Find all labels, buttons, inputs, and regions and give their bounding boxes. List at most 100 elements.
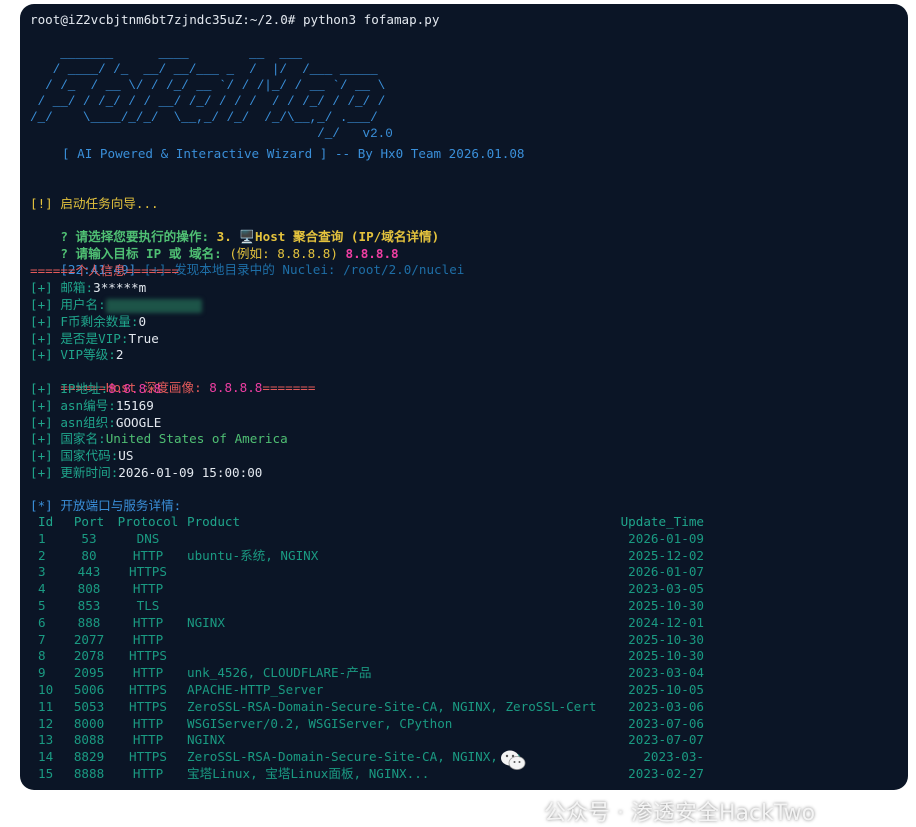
cell-port: 2078 [73,648,105,664]
wechat-icon [501,750,526,770]
host-line-asn: [+] asn编号:15169 [30,398,154,414]
cell-protocol: HTTP [132,765,164,781]
info-line-username: [+] 用户名: [30,297,202,313]
info-line-vip-level: [+] VIP等级:2 [30,347,123,363]
cell-port: 8888 [73,765,105,781]
personal-info-header: ======个人信息======= [30,263,179,278]
info-value: 2 [115,347,124,362]
cell-protocol: DNS [136,530,160,546]
cell-port: 5006 [73,681,105,697]
host-header-ip: 8.8.8.8 [209,380,263,395]
info-label: [+] 更新时间: [30,465,119,480]
cell-port: 2095 [73,665,105,681]
cell-protocol: TLS [136,597,160,613]
info-line-vip: [+] 是否是VIP:True [30,331,159,347]
cell-update-time: 2026-01-09 [628,530,704,546]
info-value: GOOGLE [115,415,162,430]
cell-id: 13 [38,732,54,748]
cell-update-time: 2025-10-30 [628,597,704,613]
info-line-email: [+] 邮箱:3*****m [30,280,146,296]
info-value: 2026-01-09 15:00:00 [118,465,263,480]
info-value: True [128,331,159,346]
cell-protocol: HTTPS [129,749,167,765]
cell-port: 8000 [73,715,105,731]
cell-protocol: HTTP [132,547,164,563]
cell-id: 5 [38,597,46,613]
redacted-username [105,298,202,313]
cell-port: 8088 [73,732,105,748]
cell-product: unk_4526, CLOUDFLARE-产品 [187,665,372,681]
cell-protocol: HTTP [132,581,164,597]
cell-update-time: 2026-01-07 [628,564,704,580]
info-label: [+] F币剩余数量: [30,314,139,329]
header-port: Port [73,514,105,529]
info-label: [+] 邮箱: [30,280,94,295]
cell-port: 808 [77,581,101,597]
cell-product: NGINX [187,732,225,748]
cell-port: 53 [81,530,97,546]
cell-id: 10 [38,681,54,697]
cell-id: 2 [38,547,46,563]
cell-product: APACHE-HTTP_Server [187,681,324,697]
info-value: 3*****m [93,280,147,295]
wechat-watermark: 公众号 · 渗透安全HackTwo [501,745,815,827]
cell-id: 14 [38,749,54,765]
cell-port: 5053 [73,698,105,714]
cell-update-time: 2023-03-06 [628,698,704,714]
cell-id: 15 [38,765,54,781]
terminal-window[interactable]: root@iZ2vcbjtnm6bt7zjndc35uZ:~/2.0# pyth… [20,4,908,790]
header-id: Id [38,514,54,529]
shell-prompt: root@iZ2vcbjtnm6bt7zjndc35uZ:~/2.0# pyth… [30,12,440,27]
cell-update-time: 2023-03-04 [628,665,704,681]
wizard-start: [!] 启动任务向导... [30,196,159,211]
cell-product: NGINX [187,614,225,630]
cell-port: 888 [77,614,101,630]
info-value: US [118,448,134,463]
info-value: 8.8.8.8 [108,381,162,396]
cell-id: 9 [38,665,46,681]
fofamap-ascii-logo: _______ ____ __ ___ / ____/ /_ __/ __/__… [30,47,393,141]
cell-update-time: 2025-10-30 [628,648,704,664]
info-label: [+] asn组织: [30,415,116,430]
header-update-time: Update_Time [620,514,704,529]
info-label: [+] 国家代码: [30,448,119,463]
cell-update-time: 2025-10-30 [628,631,704,647]
cell-protocol: HTTP [132,732,164,748]
info-label: [+] 用户名: [30,297,106,312]
cell-protocol: HTTP [132,614,164,630]
cell-id: 8 [38,648,46,664]
banner-tagline: [ AI Powered & Interactive Wizard ] -- B… [62,146,525,161]
cell-product: ubuntu-系统, NGINX [187,547,319,563]
cell-id: 12 [38,715,54,731]
cell-protocol: HTTP [132,665,164,681]
cell-update-time: 2023-07-06 [628,715,704,731]
cell-id: 6 [38,614,46,630]
cell-id: 7 [38,631,46,647]
cell-product: WSGIServer/0.2, WSGIServer, CPython [187,715,453,731]
cell-protocol: HTTP [132,631,164,647]
cell-product: ZeroSSL-RSA-Domain-Secure-Site-CA, NGINX… [187,749,521,765]
info-value: 0 [138,314,147,329]
cell-id: 11 [38,698,54,714]
info-label: [+] 国家名: [30,431,106,446]
cell-protocol: HTTPS [129,564,167,580]
cell-id: 4 [38,581,46,597]
cell-update-time: 2024-12-01 [628,614,704,630]
info-line-fcoins: [+] F币剩余数量:0 [30,314,146,330]
cell-product: ZeroSSL-RSA-Domain-Secure-Site-CA, NGINX… [187,698,597,714]
ports-section-title: [*] 开放端口与服务详情: [30,498,182,513]
header-product: Product [187,514,241,529]
host-line-country-code: [+] 国家代码:US [30,448,133,464]
cell-port: 2077 [73,631,105,647]
host-header-right: ======= [262,380,316,395]
cell-protocol: HTTPS [129,681,167,697]
cell-port: 8829 [73,749,105,765]
info-label: [+] IP地址: [30,381,109,396]
host-line-asn-org: [+] asn组织:GOOGLE [30,415,161,431]
cell-port: 80 [81,547,97,563]
host-line-ip: [+] IP地址:8.8.8.8 [30,381,161,397]
host-line-country: [+] 国家名:United States of America [30,431,288,447]
cell-id: 3 [38,564,46,580]
cell-port: 853 [77,597,101,613]
info-label: [+] asn编号: [30,398,116,413]
